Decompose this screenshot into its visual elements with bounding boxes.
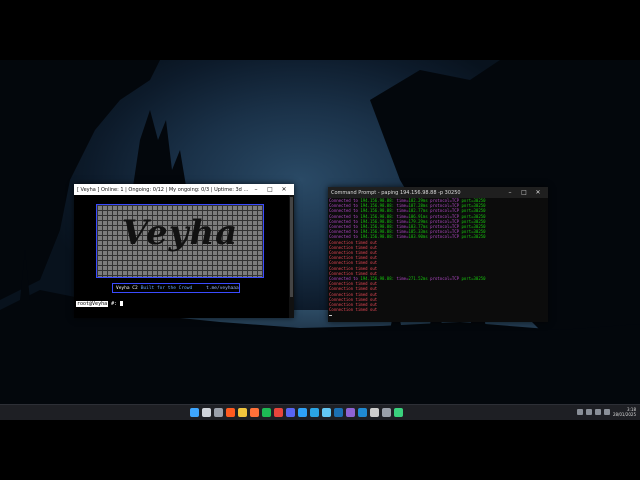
- discord-icon[interactable]: [286, 408, 295, 417]
- maximize-button[interactable]: □: [263, 184, 277, 195]
- system-tray: 3:18 28/01/2025: [576, 407, 636, 417]
- prompt-user: root@Veyha: [76, 301, 109, 307]
- volume-icon[interactable]: [594, 409, 601, 415]
- chrome-icon[interactable]: [274, 408, 283, 417]
- spotify-icon[interactable]: [262, 408, 271, 417]
- letterbox-bottom: [0, 420, 640, 480]
- minimize-button[interactable]: –: [503, 187, 517, 198]
- app-icon[interactable]: [394, 408, 403, 417]
- cmd-window[interactable]: Command Prompt - paping 194.156.98.88 -p…: [328, 187, 548, 322]
- terminal-icon[interactable]: [370, 408, 379, 417]
- letterbox-top: [0, 0, 640, 60]
- veyha-logo-text: Veyha: [121, 213, 239, 253]
- cmd-success-line: Connected to 194.156.98.88: time=183.90m…: [329, 234, 486, 240]
- visual-studio-icon[interactable]: [346, 408, 355, 417]
- battery-icon[interactable]: [603, 409, 610, 415]
- clock[interactable]: 3:18 28/01/2025: [613, 407, 636, 417]
- taskbar: 3:18 28/01/2025: [0, 404, 640, 421]
- vscode-icon[interactable]: [358, 408, 367, 417]
- brand-label: Veyha C2: [116, 285, 138, 291]
- prompt-symbol: #:: [111, 301, 118, 307]
- veyha-titlebar[interactable]: [ Veyha ] Online: 1 | Ongoing: 0/12 | My…: [74, 184, 294, 195]
- task-view-icon[interactable]: [214, 408, 223, 417]
- cmd-caret: [329, 312, 486, 317]
- scrollbar-thumb[interactable]: [290, 197, 293, 297]
- command-prompt-line[interactable]: root@Veyha #:: [76, 301, 124, 307]
- taskbar-app-icons: [190, 408, 403, 417]
- veyha-ascii-logo: Veyha: [96, 204, 264, 278]
- close-button[interactable]: ✕: [531, 187, 545, 198]
- telegram-icon[interactable]: [310, 408, 319, 417]
- cmd-output: Connected to 194.156.98.88: time=182.29m…: [329, 198, 486, 318]
- firefox-icon[interactable]: [250, 408, 259, 417]
- network-icon[interactable]: [585, 409, 592, 415]
- settings-icon[interactable]: [382, 408, 391, 417]
- minimize-button[interactable]: –: [249, 184, 263, 195]
- close-button[interactable]: ✕: [277, 184, 291, 195]
- text-cursor: [120, 301, 124, 306]
- veyha-scrollbar[interactable]: [289, 195, 294, 318]
- notepad-icon[interactable]: [322, 408, 331, 417]
- clock-date: 28/01/2025: [612, 412, 636, 417]
- brave-icon[interactable]: [226, 408, 235, 417]
- edge-icon[interactable]: [298, 408, 307, 417]
- veyha-terminal-window[interactable]: [ Veyha ] Online: 1 | Ongoing: 0/12 | My…: [74, 184, 294, 318]
- search-icon[interactable]: [202, 408, 211, 417]
- cmd-window-title: Command Prompt - paping 194.156.98.88 -p…: [331, 189, 461, 196]
- cmd-titlebar[interactable]: Command Prompt - paping 194.156.98.88 -p…: [328, 187, 548, 198]
- tagline-label: Built for the Crowd: [140, 285, 193, 291]
- maximize-button[interactable]: □: [517, 187, 531, 198]
- telegram-link[interactable]: t.me/veyhaaa: [206, 286, 239, 291]
- veyha-info-bar: Veyha C2 Built for the Crowd t.me/veyhaa…: [112, 283, 240, 293]
- veyha-window-title: [ Veyha ] Online: 1 | Ongoing: 0/12 | My…: [77, 186, 249, 193]
- steam-icon[interactable]: [334, 408, 343, 417]
- chevron-up-icon[interactable]: [576, 409, 583, 415]
- windows-start-icon[interactable]: [190, 408, 199, 417]
- file-explorer-icon[interactable]: [238, 408, 247, 417]
